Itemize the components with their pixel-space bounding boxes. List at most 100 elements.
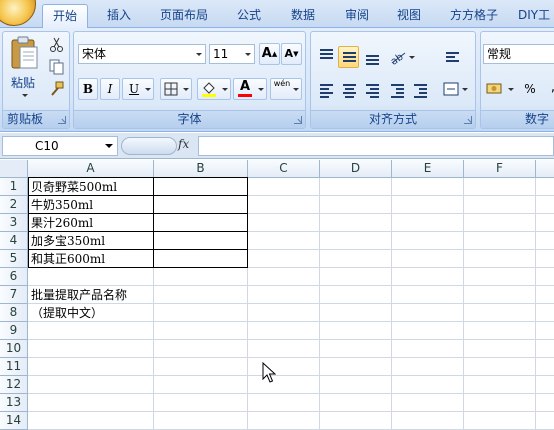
font-name-combo[interactable]: 宋体 (78, 44, 206, 64)
cell-a5[interactable]: 和其正600ml (31, 250, 105, 268)
align-top-button[interactable] (315, 46, 336, 68)
tab-fangfang[interactable]: 方方格子 (442, 4, 506, 28)
wrap-text-button[interactable] (441, 46, 463, 68)
row-header[interactable]: 13 (0, 394, 28, 412)
arrow-up-icon: ▲ (271, 50, 278, 58)
row-header[interactable]: 2 (0, 196, 28, 214)
bold-button[interactable]: B (78, 78, 98, 100)
column-header-a[interactable]: A (28, 160, 154, 178)
cut-icon[interactable] (49, 37, 65, 53)
cell-a7[interactable]: 批量提取产品名称 (31, 286, 127, 304)
column-header-g[interactable] (536, 160, 554, 178)
arrow-down-icon: ▼ (293, 50, 299, 58)
row-header[interactable]: 10 (0, 340, 28, 358)
row-header[interactable]: 14 (0, 412, 28, 430)
increase-indent-button[interactable] (409, 78, 430, 100)
row-header[interactable]: 1 (0, 178, 28, 196)
tab-view[interactable]: 视图 (386, 4, 432, 28)
fill-color-button[interactable] (197, 78, 231, 100)
row-header[interactable]: 7 (0, 286, 28, 304)
cell-a4[interactable]: 加多宝350ml (31, 232, 105, 250)
name-box[interactable]: C10 (2, 136, 118, 156)
grow-font-button[interactable]: A▲ (259, 43, 280, 65)
tab-page-layout[interactable]: 页面布局 (152, 4, 216, 28)
merge-center-button[interactable] (439, 78, 471, 100)
tab-diy[interactable]: DIY工 (518, 4, 554, 28)
chevron-down-icon[interactable] (105, 144, 113, 152)
formula-input[interactable] (198, 136, 554, 156)
row-header[interactable]: 3 (0, 214, 28, 232)
cell-a3[interactable]: 果汁260ml (31, 214, 93, 232)
align-left-button[interactable] (315, 78, 336, 100)
orientation-button[interactable]: ab (386, 46, 418, 68)
column-header-e[interactable]: E (392, 160, 464, 178)
grow-font-label: A (261, 46, 272, 61)
column-header-f[interactable]: F (464, 160, 536, 178)
shrink-font-label: A (284, 47, 294, 60)
align-center-button[interactable] (338, 78, 359, 100)
row-header[interactable]: 6 (0, 268, 28, 286)
row-header[interactable]: 8 (0, 304, 28, 322)
tab-insert[interactable]: 插入 (96, 4, 142, 28)
cell-a2[interactable]: 牛奶350ml (31, 196, 93, 214)
insert-function-icon[interactable]: fx (178, 137, 189, 151)
percent-button[interactable]: % (519, 78, 541, 100)
alignment-launcher-icon[interactable] (464, 116, 472, 124)
copy-icon[interactable] (49, 59, 65, 75)
format-painter-icon[interactable] (49, 81, 65, 97)
office-button[interactable] (0, 0, 36, 26)
align-middle-icon (343, 52, 356, 64)
clipboard-launcher-icon[interactable] (58, 116, 66, 124)
borders-button[interactable] (160, 78, 192, 100)
font-size-combo[interactable]: 11 (209, 44, 255, 64)
align-center-icon (343, 84, 356, 100)
phonetic-button[interactable]: wén (270, 78, 302, 100)
italic-button[interactable]: I (100, 78, 120, 100)
paint-bucket-icon (202, 82, 216, 97)
worksheet-grid[interactable]: A B C D E F 1 2 3 4 5 6 7 8 9 10 11 12 1… (0, 160, 554, 430)
cell-c10[interactable] (248, 340, 320, 358)
align-bottom-button[interactable] (361, 46, 382, 68)
number-group-label: 数字 (481, 110, 554, 128)
row-header[interactable]: 9 (0, 322, 28, 340)
tab-data[interactable]: 数据 (280, 4, 326, 28)
accounting-format-button[interactable] (483, 78, 517, 100)
align-middle-button[interactable] (338, 46, 359, 68)
font-launcher-icon[interactable] (294, 116, 302, 124)
align-top-icon (320, 49, 333, 61)
column-header-d[interactable]: D (320, 160, 392, 178)
tab-formulas[interactable]: 公式 (226, 4, 272, 28)
align-right-button[interactable] (361, 78, 382, 100)
chevron-down-icon[interactable] (193, 45, 205, 63)
tab-review[interactable]: 审阅 (334, 4, 380, 28)
merge-cells-icon (443, 82, 459, 96)
tab-home[interactable]: 开始 (42, 4, 88, 29)
formula-bar-splitter[interactable] (121, 137, 177, 155)
comma-style-button[interactable]: , (543, 78, 554, 100)
column-header-b[interactable]: B (154, 160, 248, 178)
paste-label: 粘贴 (11, 76, 36, 90)
decrease-indent-button[interactable] (386, 78, 407, 100)
chevron-down-icon[interactable] (242, 45, 254, 63)
align-left-icon (320, 84, 333, 100)
underline-button[interactable]: U (122, 78, 154, 100)
chevron-down-icon (22, 94, 28, 100)
number-format-combo[interactable]: 常规 (483, 44, 554, 64)
table-border (153, 177, 154, 268)
row-header[interactable]: 11 (0, 358, 28, 376)
ribbon-tab-bar: 开始 插入 页面布局 公式 数据 审阅 视图 方方格子 DIY工 (0, 0, 554, 29)
select-all-button[interactable] (0, 160, 28, 178)
number-format-value: 常规 (487, 47, 512, 61)
row-header[interactable]: 4 (0, 232, 28, 250)
column-header-c[interactable]: C (248, 160, 320, 178)
decrease-indent-icon (391, 84, 404, 100)
paste-button[interactable]: 粘贴 (5, 34, 43, 106)
table-border (247, 177, 248, 268)
row-header[interactable]: 5 (0, 250, 28, 268)
phonetic-label: wén (273, 79, 291, 88)
cell-a8[interactable]: （提取中文） (31, 304, 103, 322)
font-color-button[interactable]: A (233, 78, 267, 100)
row-header[interactable]: 12 (0, 376, 28, 394)
shrink-font-button[interactable]: A▼ (281, 43, 302, 65)
cell-a1[interactable]: 贝奇野菜500ml (31, 178, 117, 196)
